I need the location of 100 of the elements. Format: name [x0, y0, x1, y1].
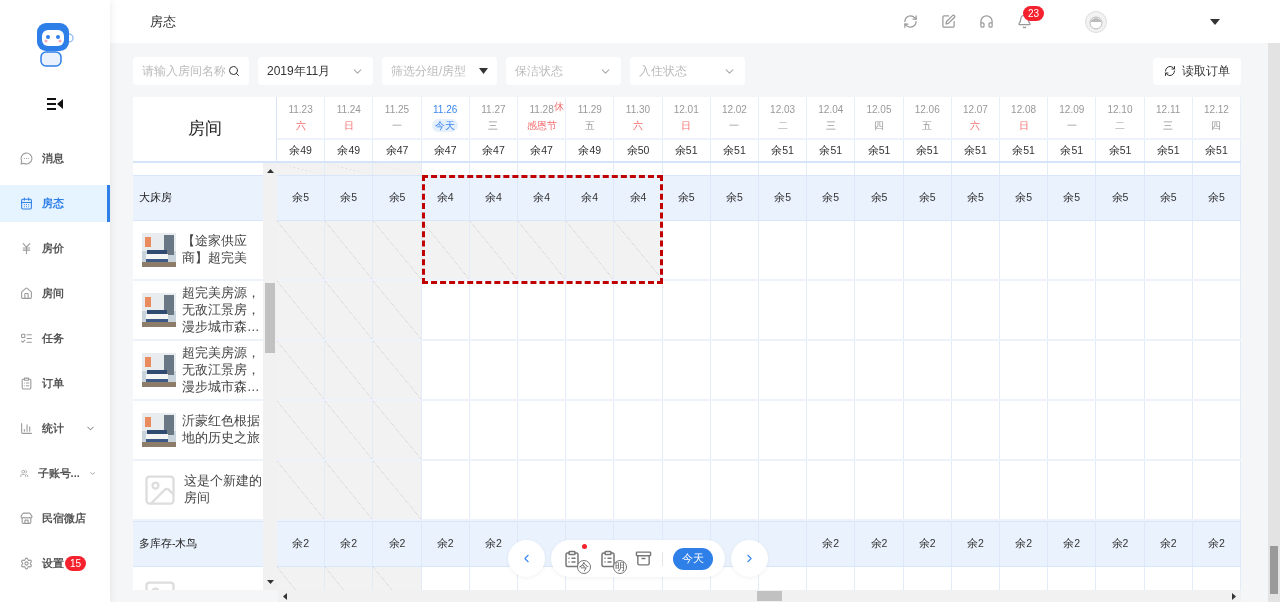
nav-item[interactable]: 子账号...: [0, 455, 110, 492]
date-label: 11.30: [625, 103, 651, 116]
scroll-down-arrow-icon[interactable]: [266, 580, 274, 584]
room-count: 余5: [966, 190, 984, 206]
nav-item[interactable]: 房态: [0, 185, 110, 222]
room-count: 余5: [388, 190, 406, 206]
room-count: 余4: [533, 190, 550, 206]
room-type-label: 大床房: [139, 190, 172, 206]
holiday-label: 休: [554, 101, 565, 112]
room-count: 余2: [340, 536, 358, 552]
nav-item[interactable]: 消息: [0, 140, 110, 177]
edit-icon[interactable]: [941, 14, 956, 29]
clipboard-icon: [20, 377, 33, 390]
room-count: 余5: [918, 190, 936, 206]
refresh-icon: [1164, 65, 1176, 77]
weekday-label: 三: [825, 118, 836, 132]
robot-logo: [35, 20, 75, 68]
remaining-count: 余51: [1205, 142, 1228, 158]
weekday-label: 四: [1211, 118, 1222, 132]
nav-item[interactable]: 房价: [0, 230, 110, 267]
room-count: 余5: [1207, 190, 1225, 206]
weekday-label: 五: [922, 118, 933, 132]
caret-down-icon[interactable]: [1210, 18, 1220, 25]
room-count: 余2: [870, 536, 888, 552]
date-label: 11.27: [481, 103, 506, 116]
selection-frame[interactable]: [421, 175, 663, 284]
vertical-scrollbar[interactable]: [263, 163, 277, 590]
weekday-label: 三: [488, 118, 499, 132]
room-name[interactable]: 沂蒙红色根据地的历史之旅: [182, 413, 260, 447]
refresh-icon[interactable]: [903, 14, 918, 29]
remaining-count: 余47: [385, 142, 409, 158]
scroll-right-arrow-icon[interactable]: [1232, 592, 1236, 600]
archive-icon[interactable]: [635, 550, 652, 567]
date-label: 12.03: [770, 103, 796, 116]
remaining-count: 余49: [337, 142, 361, 158]
menu-fold-icon[interactable]: [47, 98, 63, 110]
weekday-label: 六: [295, 118, 306, 132]
scroll-up-arrow-icon[interactable]: [266, 169, 274, 173]
count-badge: 15: [65, 556, 87, 571]
scrollbar-thumb[interactable]: [1270, 546, 1278, 594]
remaining-count: 余49: [289, 142, 312, 158]
room-name[interactable]: 这是个新建的房间: [184, 473, 262, 507]
search-field[interactable]: 请输入房间名称: [133, 57, 249, 85]
room-name[interactable]: 【途家供应商】超完美: [182, 233, 260, 267]
weekday-label: 感恩节: [526, 118, 557, 132]
nav-item[interactable]: 订单: [0, 365, 110, 402]
room-count: 余5: [725, 190, 743, 206]
image-placeholder-icon: [142, 472, 178, 508]
room-name[interactable]: 超完美房源，无敌江景房，漫步城市森…: [182, 344, 260, 396]
list-icon: [20, 332, 33, 345]
room-count: 余2: [1207, 536, 1225, 552]
remaining-count: 余51: [674, 142, 698, 158]
scrollbar-thumb[interactable]: [757, 591, 782, 601]
nav-item[interactable]: 民宿微店: [0, 500, 110, 537]
remaining-count: 余51: [771, 142, 794, 158]
room-type-label: 多库存-木鸟: [139, 536, 198, 552]
room-count: 余2: [1063, 536, 1081, 552]
today-button[interactable]: 今天: [673, 547, 713, 570]
date-label: 12.02: [721, 103, 747, 116]
date-label: 12.05: [866, 103, 892, 116]
date-label: 12.08: [1011, 103, 1037, 116]
date-label: 12.07: [962, 103, 988, 116]
date-label: 11.23: [288, 103, 313, 116]
settings-icon: [20, 557, 33, 570]
month-select[interactable]: 2019年11月: [258, 57, 373, 85]
tomorrow-orders-button[interactable]: 明: [599, 545, 625, 572]
date-label: 12.09: [1059, 103, 1085, 116]
page-title: 房态: [150, 12, 176, 31]
avatar-icon[interactable]: [1085, 10, 1107, 33]
users-icon: [20, 467, 29, 480]
today-orders-button[interactable]: 今: [563, 545, 589, 572]
date-label: 12.11: [1156, 103, 1181, 116]
nav-item[interactable]: 任务: [0, 320, 110, 357]
nav-item[interactable]: 房间: [0, 275, 110, 312]
remaining-count: 余51: [964, 142, 987, 158]
date-label: 11.28: [529, 103, 554, 116]
room-count: 余5: [1063, 190, 1081, 206]
remaining-count: 余51: [1156, 142, 1180, 158]
column-header: 房间: [187, 118, 222, 141]
notification-badge: 23: [1023, 6, 1045, 21]
house-icon: [20, 287, 33, 300]
weekday-label: 六: [633, 118, 643, 132]
weekday-label: 四: [874, 118, 884, 132]
date-label: 12.04: [818, 103, 844, 116]
weekday-label: 六: [970, 118, 981, 132]
nav-item[interactable]: 统计: [0, 410, 110, 447]
date-label: 12.10: [1107, 103, 1133, 116]
room-count: 余2: [918, 536, 936, 552]
search-icon: [228, 65, 240, 77]
store-icon: [20, 512, 33, 525]
weekday-label: 今天: [432, 118, 459, 132]
room-name[interactable]: 超完美房源，无敌江景房，漫步城市森…: [182, 284, 260, 336]
headset-icon[interactable]: [979, 14, 994, 29]
horizontal-scrollbar[interactable]: [278, 590, 1241, 602]
nav-item[interactable]: 设置 15: [0, 545, 110, 582]
room-count: 余2: [1111, 536, 1129, 552]
scrollbar-thumb[interactable]: [265, 283, 275, 353]
page-scrollbar[interactable]: [1268, 43, 1280, 602]
scroll-left-arrow-icon[interactable]: [283, 592, 287, 600]
read-orders-button[interactable]: 读取订单: [1153, 57, 1241, 85]
